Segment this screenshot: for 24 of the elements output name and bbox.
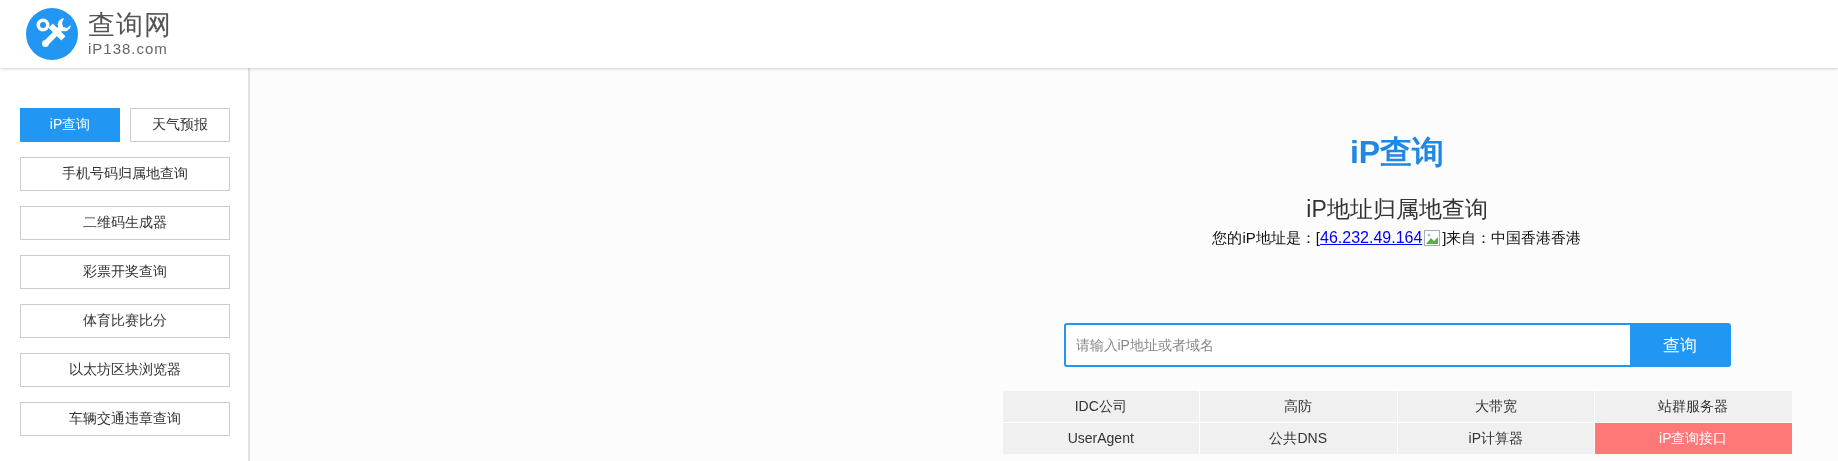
- search-field[interactable]: 请输入iP地址或者域名: [1063, 323, 1630, 367]
- ip-link[interactable]: 46.232.49.164: [1320, 228, 1423, 248]
- sidebar-button[interactable]: 以太坊区块浏览器: [20, 353, 230, 387]
- logo-icon: [26, 8, 78, 60]
- sidebar-button[interactable]: 手机号码归属地查询: [20, 157, 230, 191]
- logo-title: 查询网: [88, 10, 172, 40]
- sidebar-button[interactable]: 体育比赛比分: [20, 304, 230, 338]
- location-text: ]来自：中国香港香港: [1442, 228, 1582, 248]
- ip-label: 您的iP地址是：[: [1212, 228, 1320, 248]
- sidebar-button[interactable]: 车辆交通违章查询: [20, 402, 230, 436]
- sidebar-button[interactable]: 天气预报: [130, 108, 230, 142]
- link-cell[interactable]: 公共DNS: [1200, 423, 1397, 454]
- broken-image-icon: [1424, 230, 1441, 246]
- page-subtitle: iP地址归属地查询: [1306, 195, 1488, 224]
- sidebar-button[interactable]: 彩票开奖查询: [20, 255, 230, 289]
- link-cell[interactable]: 大带宽: [1397, 391, 1594, 422]
- link-cell[interactable]: IDC公司: [1002, 391, 1199, 422]
- link-cell[interactable]: UserAgent: [1002, 423, 1199, 454]
- page-title: iP查询: [1349, 134, 1445, 170]
- sidebar-button[interactable]: 二维码生成器: [20, 206, 230, 240]
- link-cell[interactable]: 站群服务器: [1595, 391, 1792, 422]
- link-cell[interactable]: 高防: [1200, 391, 1397, 422]
- logo-subtitle: iP138.com: [88, 40, 169, 58]
- link-cell[interactable]: iP计算器: [1397, 423, 1594, 454]
